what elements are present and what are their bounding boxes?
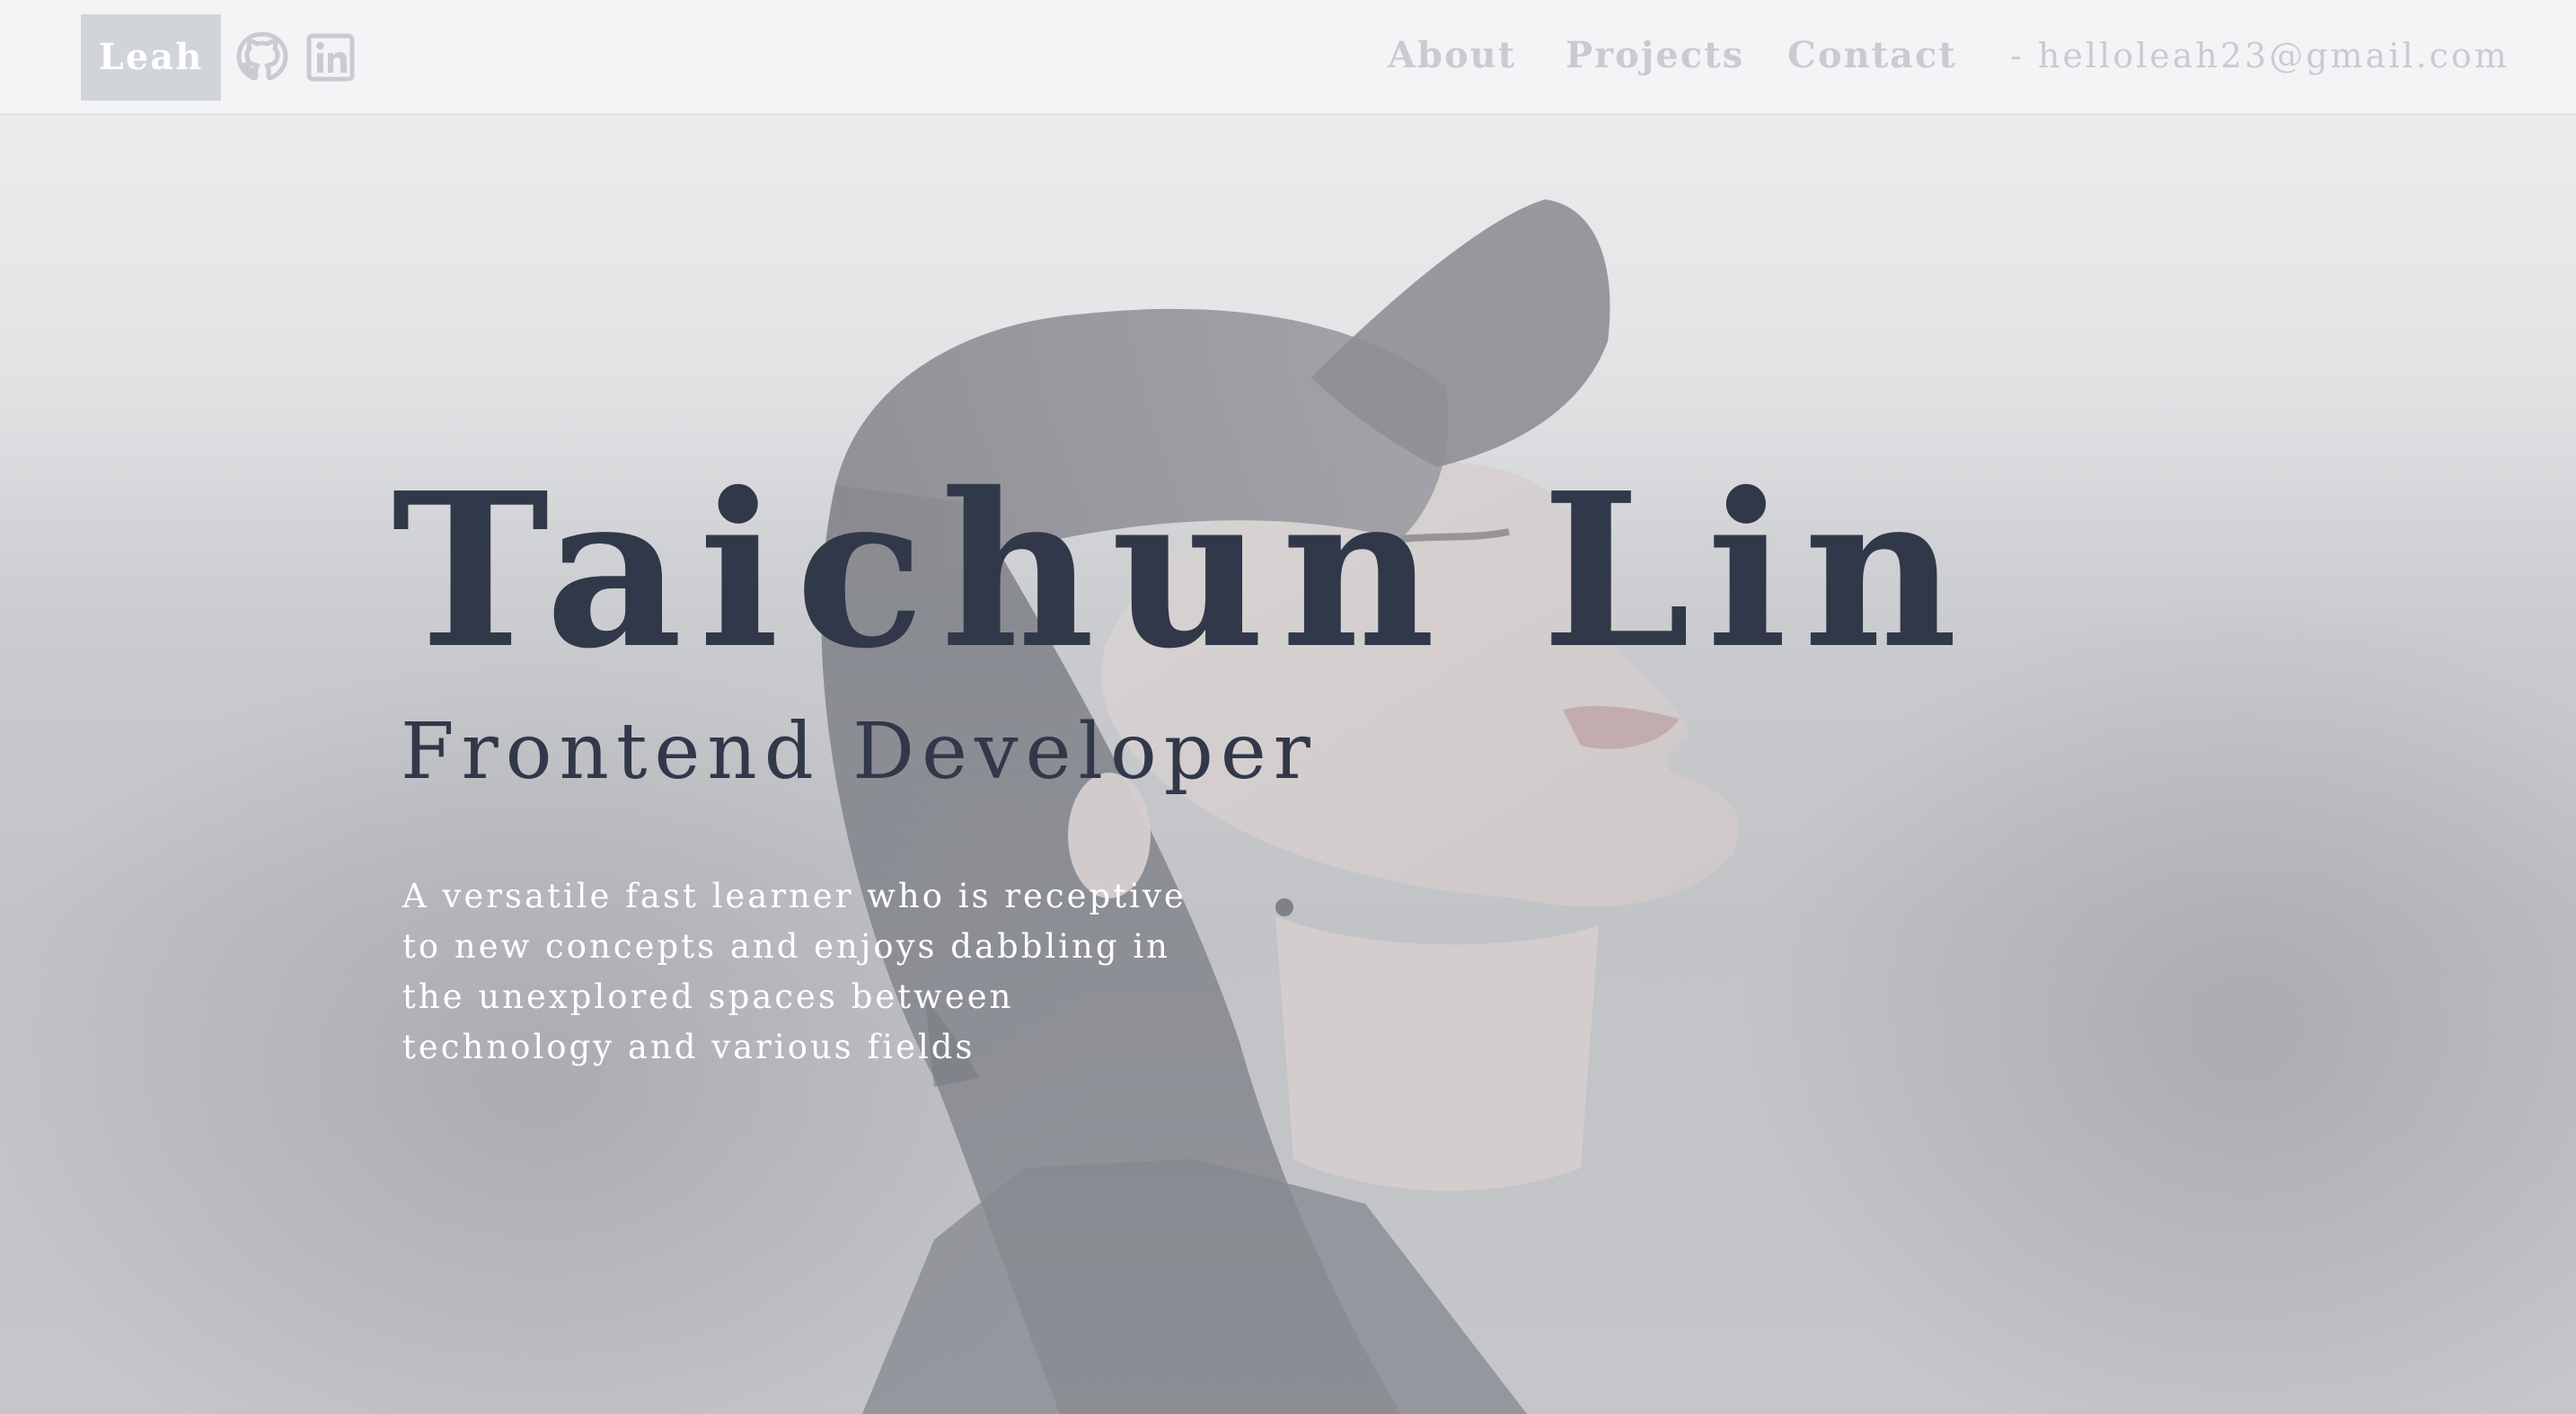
nav-about-link[interactable]: About [1388, 29, 1516, 83]
github-icon [236, 31, 288, 81]
contact-email[interactable]: - helloleah23@gmail.com [2010, 29, 2510, 83]
hero-name-heading: Taichun Lin [392, 446, 1974, 695]
hero-description: A versatile fast learner who is receptiv… [402, 877, 1187, 1066]
brand-logo-button[interactable]: Leah [81, 14, 221, 101]
hero-role-subheading: Frontend Developer [401, 707, 1318, 797]
linkedin-icon [306, 33, 355, 82]
page: Leah About Projects Contact - helloleah2… [0, 0, 2576, 1414]
linkedin-link[interactable] [304, 31, 357, 84]
github-link[interactable] [235, 31, 289, 84]
nav-contact-link[interactable]: Contact [1787, 29, 1957, 83]
nav-projects-link[interactable]: Projects [1566, 29, 1744, 83]
site-header: Leah About Projects Contact - helloleah2… [0, 0, 2576, 115]
